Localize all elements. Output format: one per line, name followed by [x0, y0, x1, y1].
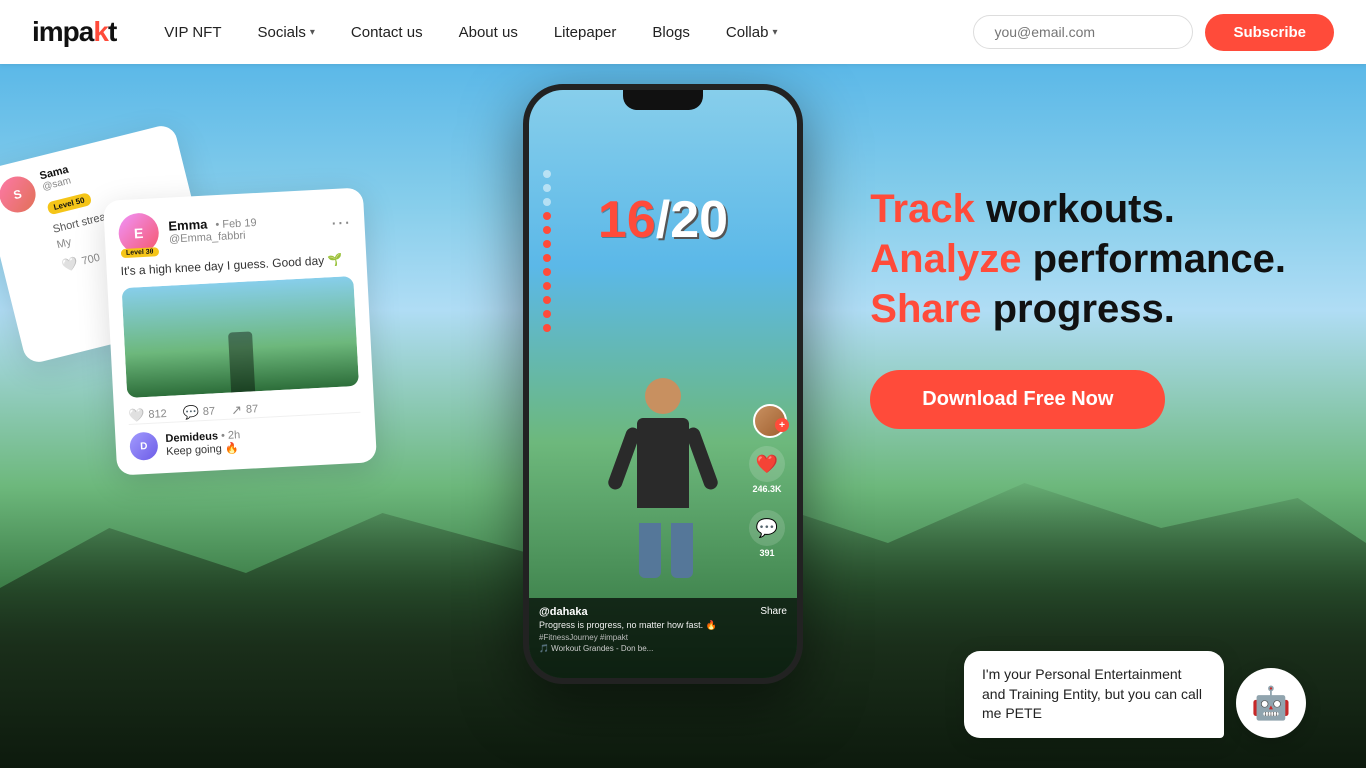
like-button[interactable]: ❤️ 246.3K: [749, 446, 785, 494]
share-count: 87: [246, 403, 259, 416]
dot-7: [543, 254, 551, 262]
phone-person-figure: [603, 378, 723, 598]
phone-screen: 16/20: [529, 90, 797, 678]
person-arm-right: [684, 426, 719, 492]
phone-username: @dahaka: [539, 606, 717, 618]
card-user-info: Emma • Feb 19 @Emma_fabbri: [168, 210, 321, 245]
phone-dots: [543, 170, 551, 332]
pete-avatar[interactable]: 🤖: [1236, 668, 1306, 738]
hero-text: Track workouts. Analyze performance. Sha…: [870, 184, 1286, 429]
nav-vip-nft[interactable]: VIP NFT: [164, 24, 221, 41]
nav-collab[interactable]: Collab ▾: [726, 24, 778, 41]
level-badge: Level 50: [46, 192, 91, 215]
phone-mockup: 16/20: [523, 84, 803, 684]
more-options-icon[interactable]: ···: [330, 211, 351, 235]
nav-litepaper[interactable]: Litepaper: [554, 24, 617, 41]
phone-actions: ❤️ 246.3K 💬 391: [749, 446, 785, 558]
commenter-avatar: D: [129, 431, 158, 460]
dot-10: [543, 296, 551, 304]
phone-counter: 16/20: [598, 190, 728, 250]
phone-bottom-bar: @dahaka Progress is progress, no matter …: [529, 598, 797, 678]
like-count: 246.3K: [752, 484, 781, 494]
heart-icon: ❤️: [749, 446, 785, 482]
phone-music: 🎵 Workout Grandes - Don be...: [539, 644, 717, 653]
person-body: [637, 418, 689, 508]
like-count: 700: [81, 252, 102, 268]
level-badge: Level 3θ: [121, 247, 159, 258]
navbar: impakt VIP NFT Socials ▾ Contact us Abou…: [0, 0, 1366, 64]
dot-2: [543, 184, 551, 192]
nav-links: VIP NFT Socials ▾ Contact us About us Li…: [164, 24, 973, 41]
brand-logo[interactable]: impakt: [32, 16, 116, 48]
phone-add-badge[interactable]: +: [775, 418, 789, 432]
dot-8: [543, 268, 551, 276]
avatar: S: [0, 173, 39, 217]
headline-share: Share: [870, 287, 981, 331]
comment-count: 87: [203, 405, 216, 418]
person-leg-right: [671, 523, 693, 578]
comment-icon: 💬: [182, 404, 199, 421]
phone-notch: [623, 90, 703, 110]
phone-hashtags: #FitnessJourney #impakt: [539, 633, 717, 642]
headline-workouts: workouts.: [975, 187, 1175, 231]
headline-track: Track: [870, 187, 975, 231]
card-username: Emma: [168, 216, 208, 233]
nav-right: Subscribe: [973, 14, 1334, 51]
chevron-down-icon: ▾: [310, 27, 315, 38]
subscribe-button[interactable]: Subscribe: [1205, 14, 1334, 51]
dot-5: [543, 226, 551, 234]
share-button[interactable]: Share: [760, 606, 787, 653]
heart-icon: 🤍: [128, 407, 145, 424]
phone-caption: Progress is progress, no matter how fast…: [539, 620, 717, 631]
share-action[interactable]: ↗ 87: [231, 401, 259, 418]
like-action[interactable]: 🤍 812: [128, 406, 167, 424]
dot-1: [543, 170, 551, 178]
comment-count: 391: [759, 548, 774, 558]
headline-progress: progress.: [981, 287, 1174, 331]
dot-4: [543, 212, 551, 220]
dot-9: [543, 282, 551, 290]
dot-6: [543, 240, 551, 248]
email-input[interactable]: [973, 15, 1193, 49]
comment-button[interactable]: 💬 391: [749, 510, 785, 558]
share-icon: ↗: [231, 402, 243, 419]
dot-11: [543, 310, 551, 318]
headline-analyze: Analyze: [870, 237, 1021, 281]
robot-icon: 🤖: [1251, 684, 1291, 722]
nav-blogs[interactable]: Blogs: [652, 24, 690, 41]
avatar: E Level 3θ: [118, 212, 160, 254]
headline-performance: performance.: [1021, 237, 1286, 281]
social-card-main: E Level 3θ Emma • Feb 19 @Emma_fabbri ··…: [103, 187, 377, 475]
pete-container: I'm your Personal Entertainment and Trai…: [964, 651, 1306, 738]
like-count: 812: [148, 408, 167, 421]
comment-action[interactable]: 💬 87: [182, 403, 215, 421]
card-date: • Feb 19: [215, 216, 257, 230]
nav-about[interactable]: About us: [459, 24, 518, 41]
hero-section: S Sama @sam Level 50 Short streak... My …: [0, 64, 1366, 768]
card-header: E Level 3θ Emma • Feb 19 @Emma_fabbri ··…: [118, 202, 352, 254]
dot-3: [543, 198, 551, 206]
comment-icon: 💬: [749, 510, 785, 546]
download-button[interactable]: Download Free Now: [870, 370, 1165, 429]
pete-chat-bubble: I'm your Personal Entertainment and Trai…: [964, 651, 1224, 738]
card-image: [122, 276, 359, 398]
hero-headline: Track workouts. Analyze performance. Sha…: [870, 184, 1286, 334]
person-leg-left: [639, 523, 661, 578]
nav-socials[interactable]: Socials ▾: [258, 24, 315, 41]
person-head: [645, 378, 681, 414]
nav-contact[interactable]: Contact us: [351, 24, 423, 41]
dot-12: [543, 324, 551, 332]
chevron-down-icon: ▾: [772, 27, 777, 38]
